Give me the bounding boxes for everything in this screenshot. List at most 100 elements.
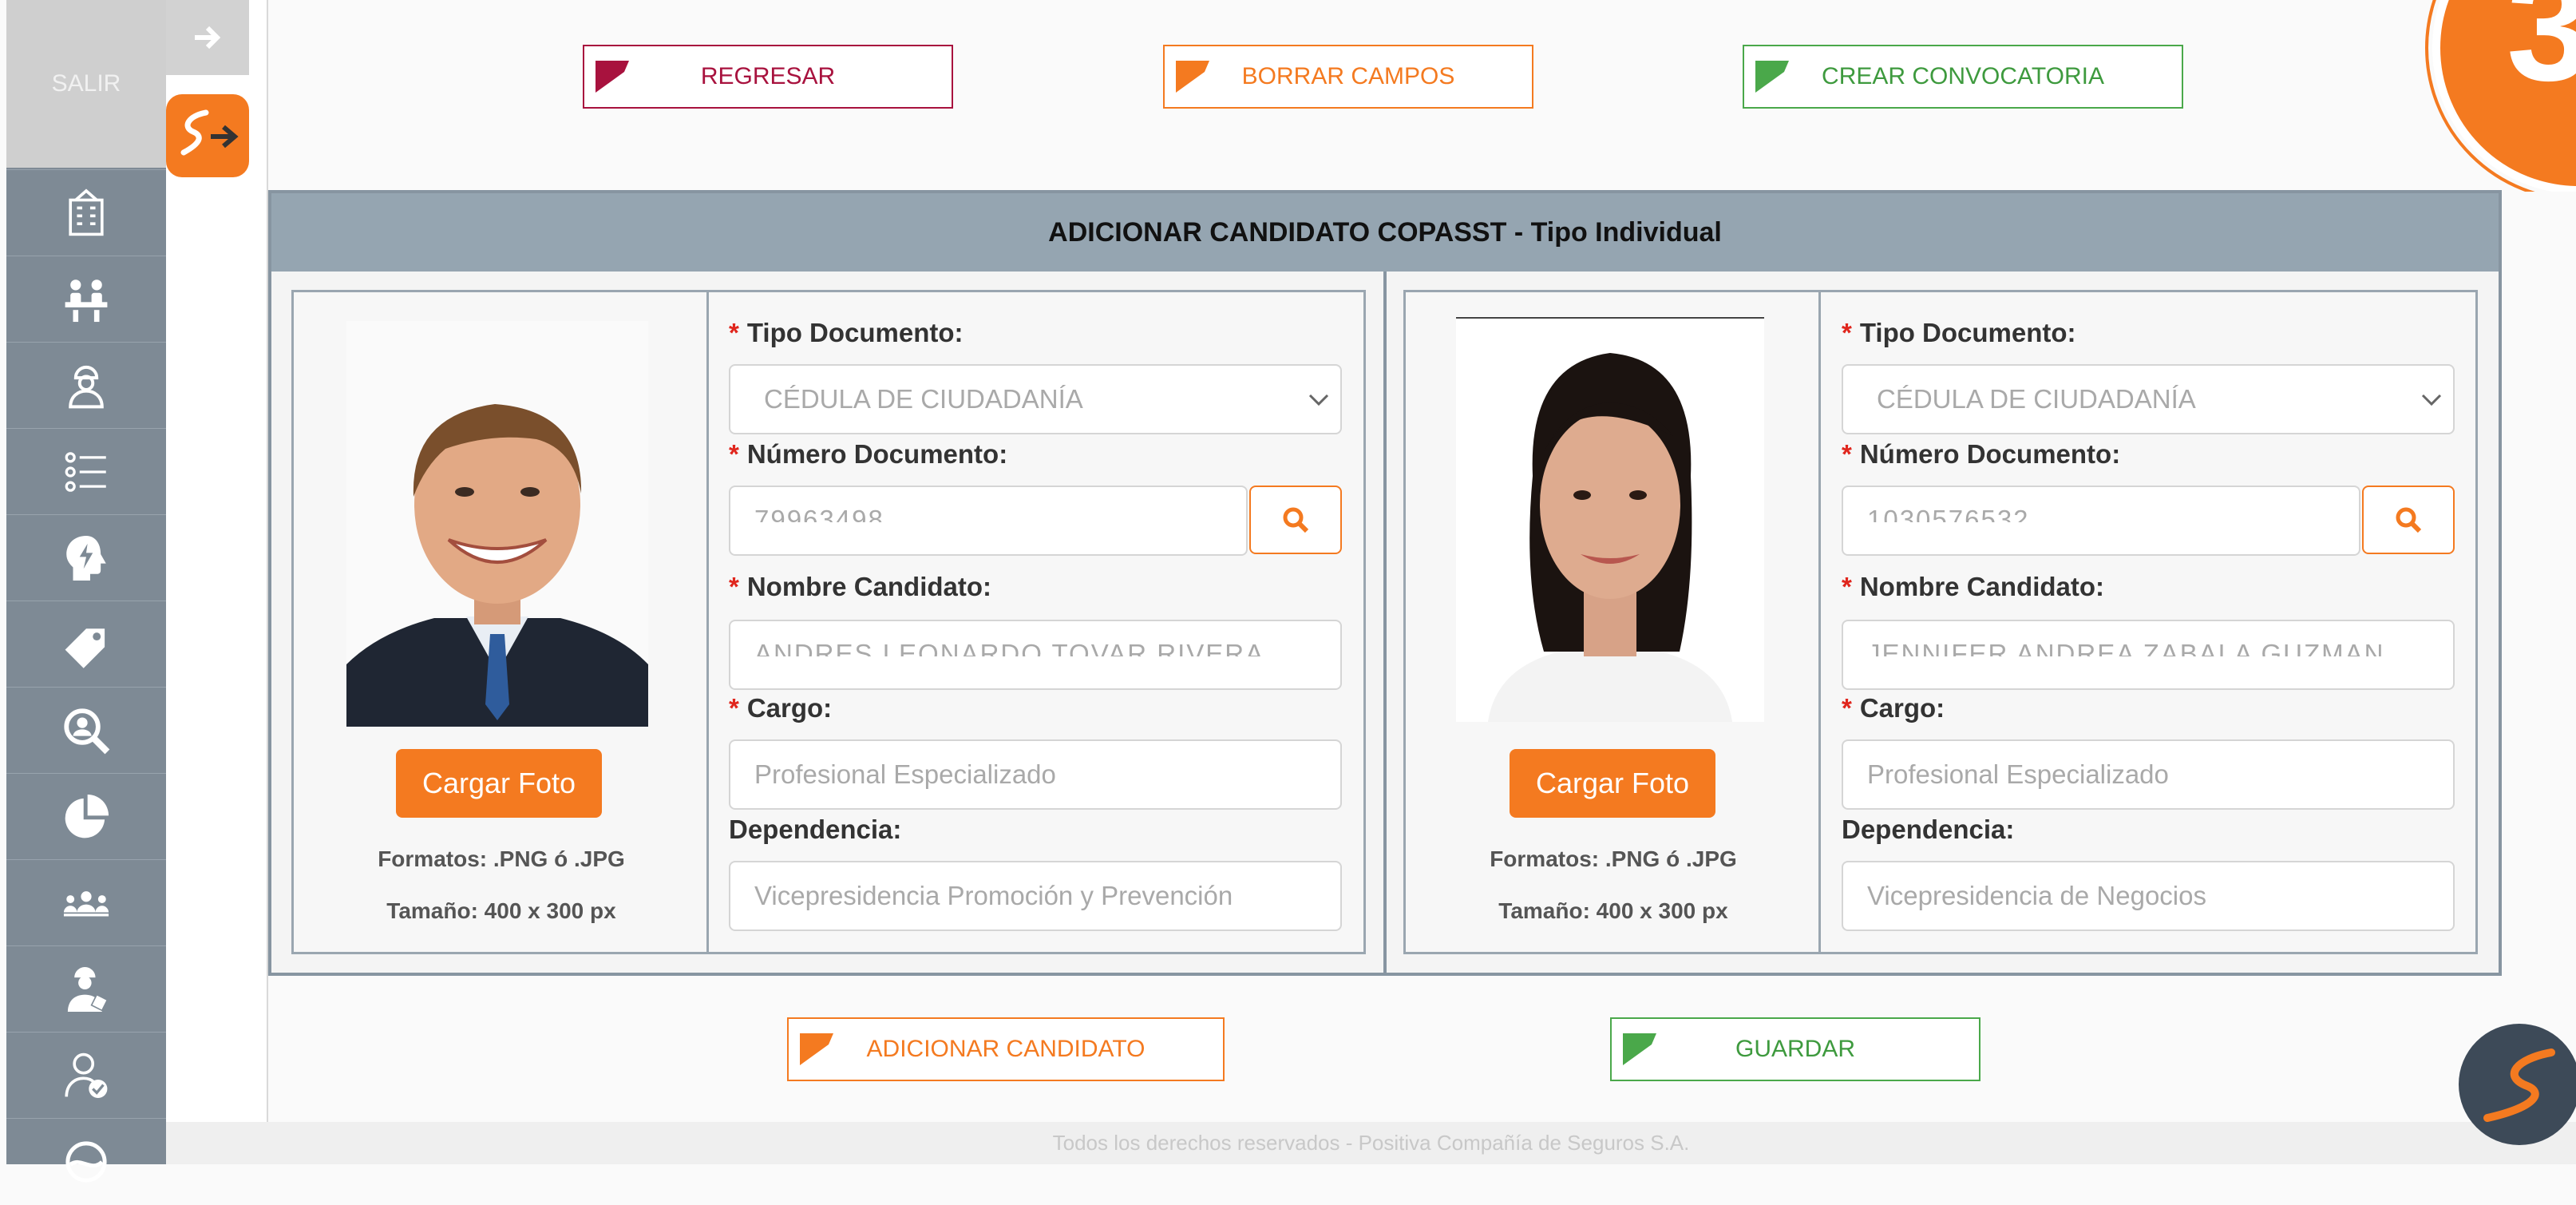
- upload-photo-button-2[interactable]: Cargar Foto: [1510, 749, 1715, 818]
- required-mark: *: [1842, 318, 1852, 347]
- required-mark: *: [1842, 572, 1852, 601]
- doc-type-select-1[interactable]: CÉDULA DE CIUDADANÍA: [729, 364, 1342, 434]
- panel-title: ADICIONAR CANDIDATO COPASST - Tipo Indiv…: [271, 193, 2499, 272]
- formats-note: Formatos: .PNG ó .JPG: [295, 846, 707, 872]
- department-value: Vicepresidencia Promoción y Prevención: [754, 881, 1233, 910]
- expand-menu-button[interactable]: [166, 0, 249, 75]
- upload-photo-label: Cargar Foto: [421, 767, 576, 799]
- candidate-photo-2: [1456, 316, 1764, 722]
- step-badge: 3: [2425, 0, 2576, 192]
- size-text: Tamaño: 400 x 300 px: [386, 898, 616, 923]
- doc-type-label-text: Tipo Documento:: [746, 318, 964, 347]
- arrow-right-icon: [195, 26, 221, 50]
- doc-type-label: * Tipo Documento:: [1842, 318, 2076, 348]
- chevron-down-icon: [1308, 394, 1329, 406]
- clear-fields-button[interactable]: BORRAR CAMPOS: [1163, 45, 1533, 109]
- department-label-text: Dependencia:: [1842, 815, 2015, 844]
- step-number: 3: [2507, 0, 2576, 113]
- required-mark: *: [1842, 693, 1852, 723]
- chevron-down-icon: [2421, 394, 2442, 406]
- doc-type-value: CÉDULA DE CIUDADANÍA: [1877, 384, 2196, 414]
- footer: Todos los derechos reservados - Positiva…: [166, 1122, 2576, 1164]
- position-field-2[interactable]: Profesional Especializado: [1842, 739, 2455, 810]
- doc-type-value: CÉDULA DE CIUDADANÍA: [764, 384, 1083, 414]
- create-call-button[interactable]: CREAR CONVOCATORIA: [1743, 45, 2183, 109]
- required-mark: *: [729, 572, 739, 601]
- candidate-name-field-2[interactable]: JENNIFER ANDREA ZABALA GUZMAN: [1842, 620, 2455, 690]
- department-value: Vicepresidencia de Negocios: [1867, 881, 2206, 910]
- doc-type-label-text: Tipo Documento:: [1859, 318, 2076, 347]
- name-label: * Nombre Candidato:: [1842, 572, 2104, 602]
- positiva-logo-icon: [180, 109, 239, 156]
- doc-number-field-1[interactable]: 79963498: [729, 486, 1248, 556]
- position-value: Profesional Especializado: [1867, 759, 2169, 789]
- required-mark: *: [729, 693, 739, 723]
- flag-icon: [1623, 1033, 1656, 1065]
- formats-text: Formatos: .PNG ó .JPG: [378, 846, 625, 871]
- candidate-photo-1: [346, 321, 648, 727]
- flag-icon: [596, 61, 629, 93]
- clear-fields-label: BORRAR CAMPOS: [1241, 63, 1455, 89]
- doc-type-label: * Tipo Documento:: [729, 318, 964, 348]
- search-document-button-2[interactable]: [2362, 486, 2455, 554]
- size-note: Tamaño: 400 x 300 px: [295, 898, 707, 924]
- formats-note: Formatos: .PNG ó .JPG: [1407, 846, 1819, 872]
- position-label-text: Cargo:: [746, 693, 833, 723]
- required-mark: *: [729, 439, 739, 469]
- flag-icon: [800, 1033, 833, 1065]
- building-icon[interactable]: [6, 169, 166, 256]
- tag-icon[interactable]: [6, 601, 166, 688]
- doc-number-field-2[interactable]: 1030576532: [1842, 486, 2360, 556]
- name-label: * Nombre Candidato:: [729, 572, 991, 602]
- department-field-2[interactable]: Vicepresidencia de Negocios: [1842, 861, 2455, 931]
- position-field-1[interactable]: Profesional Especializado: [729, 739, 1342, 810]
- doc-number-label-text: Número Documento:: [1859, 439, 2121, 469]
- create-call-label: CREAR CONVOCATORIA: [1822, 63, 2104, 89]
- doc-type-select-2[interactable]: CÉDULA DE CIUDADANÍA: [1842, 364, 2455, 434]
- doc-number-value: 79963498: [754, 505, 884, 522]
- position-value: Profesional Especializado: [754, 759, 1056, 789]
- name-label-text: Nombre Candidato:: [746, 572, 992, 601]
- doc-number-label-text: Número Documento:: [746, 439, 1008, 469]
- group-icon[interactable]: [6, 859, 166, 946]
- add-candidate-button[interactable]: ADICIONAR CANDIDATO: [787, 1017, 1225, 1081]
- engineer-icon[interactable]: [6, 342, 166, 429]
- department-label-text: Dependencia:: [729, 815, 902, 844]
- search-document-button-1[interactable]: [1249, 486, 1342, 554]
- flag-icon: [1755, 61, 1789, 93]
- meeting-icon[interactable]: [6, 256, 166, 343]
- doc-number-label: * Número Documento:: [1842, 439, 2120, 470]
- department-label: Dependencia:: [1842, 815, 2014, 845]
- back-label: REGRESAR: [700, 63, 836, 89]
- upload-photo-button-1[interactable]: Cargar Foto: [396, 749, 602, 818]
- name-label-text: Nombre Candidato:: [1859, 572, 2105, 601]
- panel-title-text: ADICIONAR CANDIDATO COPASST - Tipo Indiv…: [1048, 216, 1722, 248]
- candidate-name-value: ANDRES LEONARDO TOVAR RIVERA: [754, 639, 1265, 656]
- head-lightning-icon[interactable]: [6, 514, 166, 601]
- user-check-icon[interactable]: [6, 1032, 166, 1119]
- save-button[interactable]: GUARDAR: [1610, 1017, 1980, 1081]
- checklist-icon[interactable]: [6, 428, 166, 515]
- doc-number-value: 1030576532: [1867, 505, 2030, 522]
- department-field-1[interactable]: Vicepresidencia Promoción y Prevención: [729, 861, 1342, 931]
- pie-chart-icon[interactable]: [6, 773, 166, 860]
- back-button[interactable]: REGRESAR: [583, 45, 953, 109]
- assistant-bubble-button[interactable]: [2455, 1024, 2576, 1145]
- sidebar: [6, 0, 166, 1183]
- exit-button[interactable]: SALIR: [6, 0, 166, 168]
- position-label: * Cargo:: [729, 693, 832, 723]
- panel-divider: [1383, 272, 1387, 973]
- flag-icon: [1176, 61, 1209, 93]
- size-text: Tamaño: 400 x 300 px: [1498, 898, 1728, 923]
- candidate-name-field-1[interactable]: ANDRES LEONARDO TOVAR RIVERA: [729, 620, 1342, 690]
- position-label: * Cargo:: [1842, 693, 1945, 723]
- formats-text: Formatos: .PNG ó .JPG: [1490, 846, 1737, 871]
- worker-icon[interactable]: [6, 945, 166, 1033]
- add-candidate-label: ADICIONAR CANDIDATO: [866, 1036, 1146, 1062]
- positiva-logo-button[interactable]: [166, 94, 249, 177]
- candidate-name-value: JENNIFER ANDREA ZABALA GUZMAN: [1867, 639, 2385, 656]
- globe-icon[interactable]: [6, 1118, 166, 1205]
- department-label: Dependencia:: [729, 815, 901, 845]
- search-person-icon[interactable]: [6, 687, 166, 774]
- size-note: Tamaño: 400 x 300 px: [1407, 898, 1819, 924]
